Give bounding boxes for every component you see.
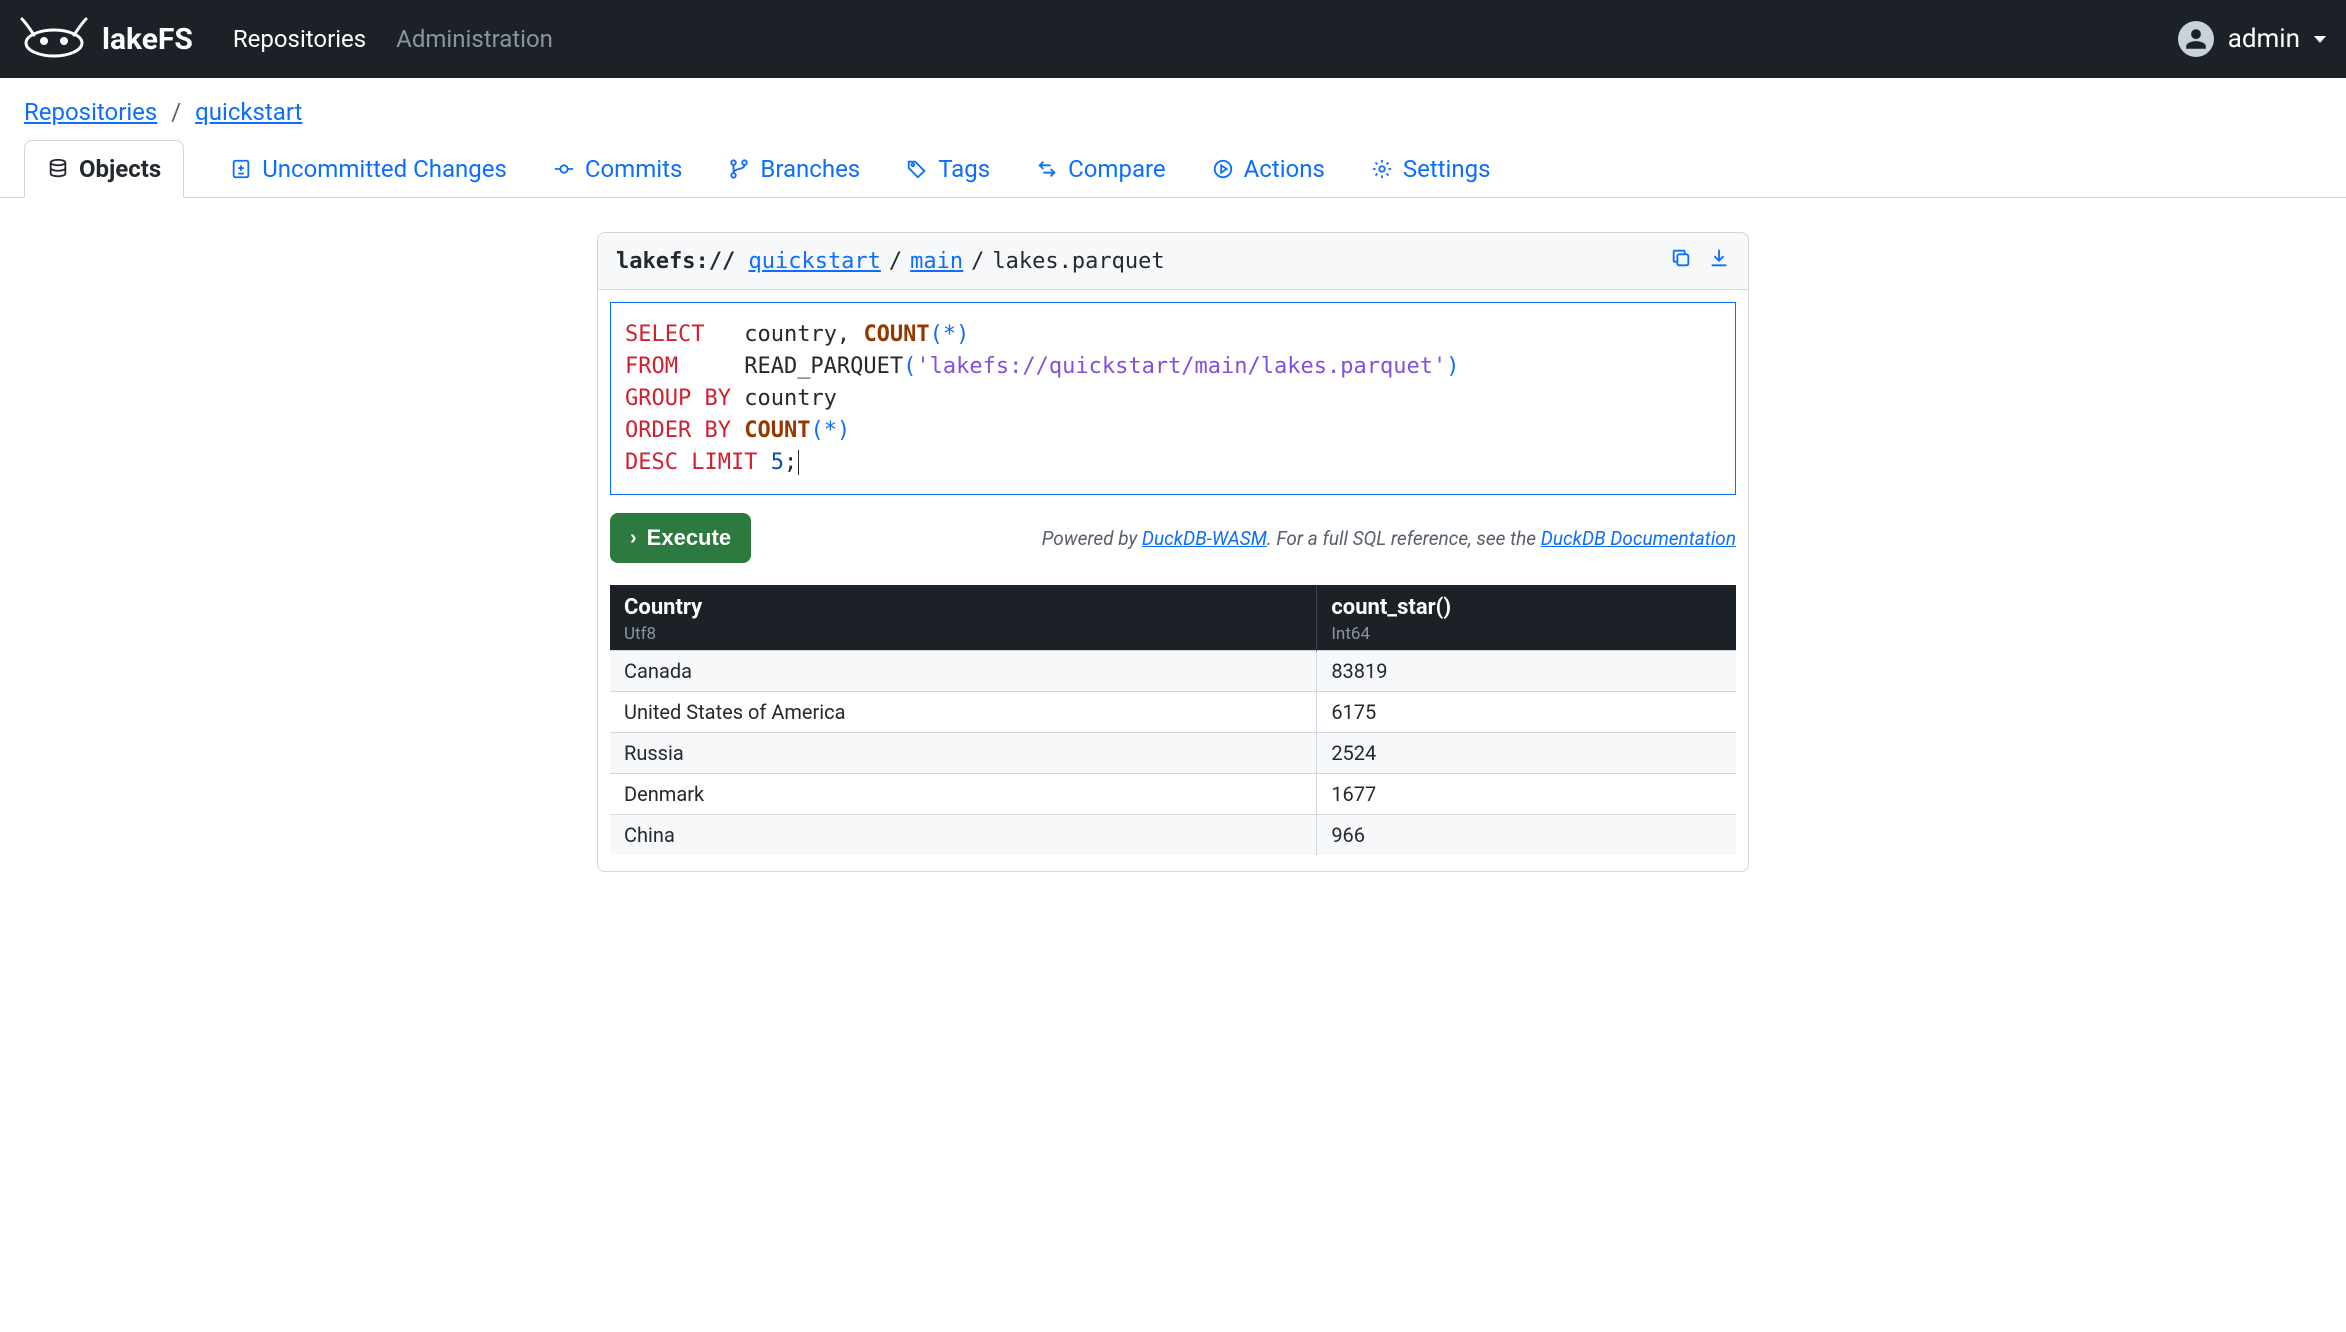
tab-commits[interactable]: Commits xyxy=(553,141,682,197)
powered-text: Powered by DuckDB-WASM. For a full SQL r… xyxy=(1042,527,1736,550)
main-panel: lakefs:// quickstart / main / lakes.parq… xyxy=(597,232,1749,872)
chevron-down-icon xyxy=(2314,36,2326,43)
tab-tags[interactable]: Tags xyxy=(906,141,990,197)
chevron-right-icon: › xyxy=(630,527,637,550)
username: admin xyxy=(2228,24,2300,54)
database-icon xyxy=(47,158,69,180)
table-row: China966 xyxy=(610,815,1736,856)
download-icon[interactable] xyxy=(1708,247,1730,275)
table-row: United States of America6175 xyxy=(610,692,1736,733)
duckdb-wasm-link[interactable]: DuckDB-WASM xyxy=(1142,527,1267,550)
execute-row: › Execute Powered by DuckDB-WASM. For a … xyxy=(598,503,1748,585)
lakefs-logo-icon xyxy=(20,15,88,64)
compare-icon xyxy=(1036,158,1058,180)
breadcrumb-repo[interactable]: quickstart xyxy=(195,98,302,126)
diff-icon xyxy=(230,158,252,180)
brand[interactable]: lakeFS xyxy=(20,15,193,64)
avatar xyxy=(2178,21,2214,57)
breadcrumb-sep: / xyxy=(171,98,181,126)
table-row: Denmark1677 xyxy=(610,774,1736,815)
nav-links: Repositories Administration xyxy=(233,25,553,53)
path-file: lakes.parquet xyxy=(992,249,1164,274)
breadcrumb-repositories[interactable]: Repositories xyxy=(24,98,157,126)
branch-icon xyxy=(728,158,750,180)
duckdb-docs-link[interactable]: DuckDB Documentation xyxy=(1541,527,1736,550)
tab-commits-label: Commits xyxy=(585,155,682,183)
nav-administration[interactable]: Administration xyxy=(396,25,553,53)
tab-objects-label: Objects xyxy=(79,155,161,183)
tab-branches-label: Branches xyxy=(760,155,860,183)
tab-settings-label: Settings xyxy=(1403,155,1491,183)
tab-branches[interactable]: Branches xyxy=(728,141,860,197)
table-row: Russia2524 xyxy=(610,733,1736,774)
path-actions xyxy=(1670,247,1730,275)
sql-editor[interactable]: SELECT country, COUNT(*) FROM READ_PARQU… xyxy=(610,302,1736,495)
tab-actions[interactable]: Actions xyxy=(1212,141,1325,197)
tag-icon xyxy=(906,158,928,180)
path-branch[interactable]: main xyxy=(910,249,963,274)
breadcrumb: Repositories / quickstart xyxy=(0,78,2346,140)
path-scheme: lakefs:// xyxy=(616,249,735,274)
tab-uncommitted-label: Uncommitted Changes xyxy=(262,155,507,183)
tab-compare[interactable]: Compare xyxy=(1036,141,1166,197)
execute-button[interactable]: › Execute xyxy=(610,513,751,563)
table-row: Canada83819 xyxy=(610,651,1736,692)
tab-settings[interactable]: Settings xyxy=(1371,141,1491,197)
col-header-count: count_star() Int64 xyxy=(1317,585,1736,651)
tabs: Objects Uncommitted Changes Commits Bran… xyxy=(0,140,2346,198)
result-table: Country Utf8 count_star() Int64 Canada83… xyxy=(610,585,1736,855)
navbar: lakeFS Repositories Administration admin xyxy=(0,0,2346,78)
play-circle-icon xyxy=(1212,158,1234,180)
copy-icon[interactable] xyxy=(1670,247,1692,275)
user-menu[interactable]: admin xyxy=(2178,21,2326,57)
tab-actions-label: Actions xyxy=(1244,155,1325,183)
nav-repositories[interactable]: Repositories xyxy=(233,25,366,53)
tab-uncommitted[interactable]: Uncommitted Changes xyxy=(230,141,507,197)
execute-label: Execute xyxy=(647,525,731,551)
gear-icon xyxy=(1371,158,1393,180)
object-path: lakefs:// quickstart / main / lakes.parq… xyxy=(598,233,1748,290)
tab-tags-label: Tags xyxy=(938,155,990,183)
commit-icon xyxy=(553,158,575,180)
path-repo[interactable]: quickstart xyxy=(748,249,880,274)
tab-compare-label: Compare xyxy=(1068,155,1166,183)
brand-name: lakeFS xyxy=(102,22,193,57)
col-header-country: Country Utf8 xyxy=(610,585,1317,651)
tab-objects[interactable]: Objects xyxy=(24,140,184,198)
